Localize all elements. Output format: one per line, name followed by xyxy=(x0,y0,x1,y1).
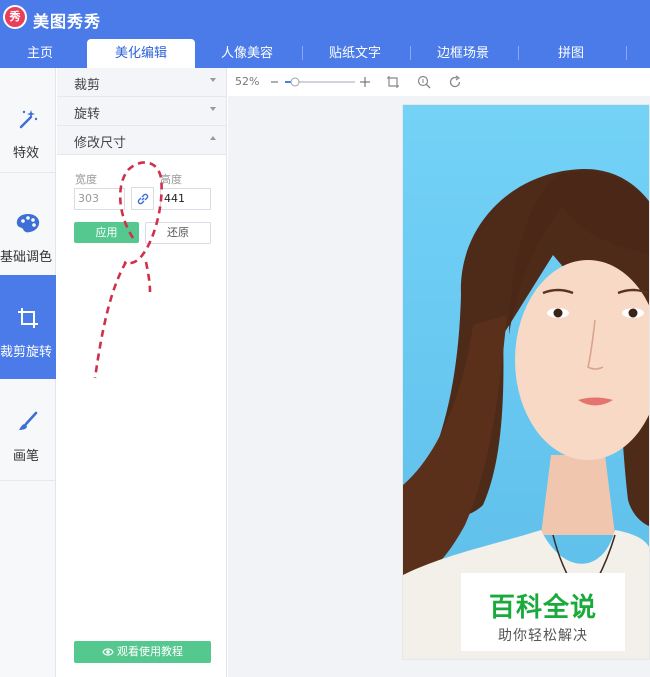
watch-tutorial-button[interactable]: 观看使用教程 xyxy=(74,641,211,663)
width-input[interactable]: 303 xyxy=(74,188,125,210)
eye-icon xyxy=(102,648,114,656)
sidebar-item-basic-color[interactable]: 基础调色 xyxy=(0,182,56,282)
sidebar-item-label: 画笔 xyxy=(12,449,39,464)
watermark-subtitle: 助你轻松解决 xyxy=(498,628,588,644)
tab-collage[interactable]: 拼图 xyxy=(519,39,623,68)
width-label: 宽度 xyxy=(75,173,97,186)
section-label: 修改尺寸 xyxy=(74,136,127,151)
left-sidebar: 特效 基础调色 裁剪旋转 画笔 xyxy=(0,68,56,677)
brush-icon xyxy=(0,409,56,435)
title-bar: 秀 美图秀秀 xyxy=(0,0,650,36)
chevron-down-icon xyxy=(210,78,216,82)
tab-frames-scenes[interactable]: 边框场景 xyxy=(411,39,515,68)
section-resize[interactable]: 修改尺寸 xyxy=(57,126,226,155)
tab-stickers-text[interactable]: 贴纸文字 xyxy=(303,39,407,68)
sidebar-item-label: 裁剪旋转 xyxy=(0,345,52,360)
chevron-up-icon xyxy=(210,136,216,140)
magnifier-icon[interactable] xyxy=(417,75,431,89)
app-title: 美图秀秀 xyxy=(33,12,102,31)
sidebar-item-crop-rotate[interactable]: 裁剪旋转 xyxy=(0,275,56,379)
link-icon xyxy=(137,193,148,204)
sidebar-item-label: 特效 xyxy=(12,146,39,161)
tab-portrait-beauty[interactable]: 人像美容 xyxy=(195,39,299,68)
chevron-down-icon xyxy=(210,107,216,111)
sidebar-item-effects[interactable]: 特效 xyxy=(0,78,56,178)
divider xyxy=(0,480,56,481)
rotate-icon[interactable] xyxy=(448,75,462,89)
section-crop[interactable]: 裁剪 xyxy=(57,68,226,97)
tab-divider xyxy=(626,46,627,60)
watermark-title: 百科全说 xyxy=(488,593,597,623)
watermark-badge: 百科全说 助你轻松解决 xyxy=(461,573,625,651)
reset-button[interactable]: 还原 xyxy=(145,222,211,244)
zoom-slider[interactable] xyxy=(269,74,371,90)
lock-ratio-button[interactable] xyxy=(131,187,154,210)
section-rotate[interactable]: 旋转 xyxy=(57,97,226,126)
palette-icon xyxy=(0,210,56,236)
section-label: 裁剪 xyxy=(74,78,101,93)
slider-thumb xyxy=(290,77,300,87)
height-label: 高度 xyxy=(160,173,182,186)
sidebar-item-label: 基础调色 xyxy=(0,250,52,265)
tab-beautify-edit[interactable]: 美化编辑 xyxy=(87,39,195,68)
sidebar-item-brush[interactable]: 画笔 xyxy=(0,381,56,481)
crop-icon xyxy=(0,305,56,331)
section-label: 旋转 xyxy=(74,107,101,122)
magic-wand-icon xyxy=(0,106,56,132)
height-input[interactable]: 441 xyxy=(160,188,211,210)
tutorial-label: 观看使用教程 xyxy=(117,645,183,658)
apply-button[interactable]: 应用 xyxy=(74,222,139,243)
crop-fit-icon[interactable] xyxy=(386,75,400,89)
zoom-level: 52% xyxy=(235,75,260,88)
app-logo-icon: 秀 xyxy=(3,5,27,29)
tab-home[interactable]: 主页 xyxy=(0,39,80,68)
divider xyxy=(0,172,56,173)
main-tab-bar: 主页 美化编辑 人像美容 贴纸文字 边框场景 拼图 xyxy=(0,36,650,68)
tool-panel: 裁剪 旋转 修改尺寸 xyxy=(57,68,227,677)
